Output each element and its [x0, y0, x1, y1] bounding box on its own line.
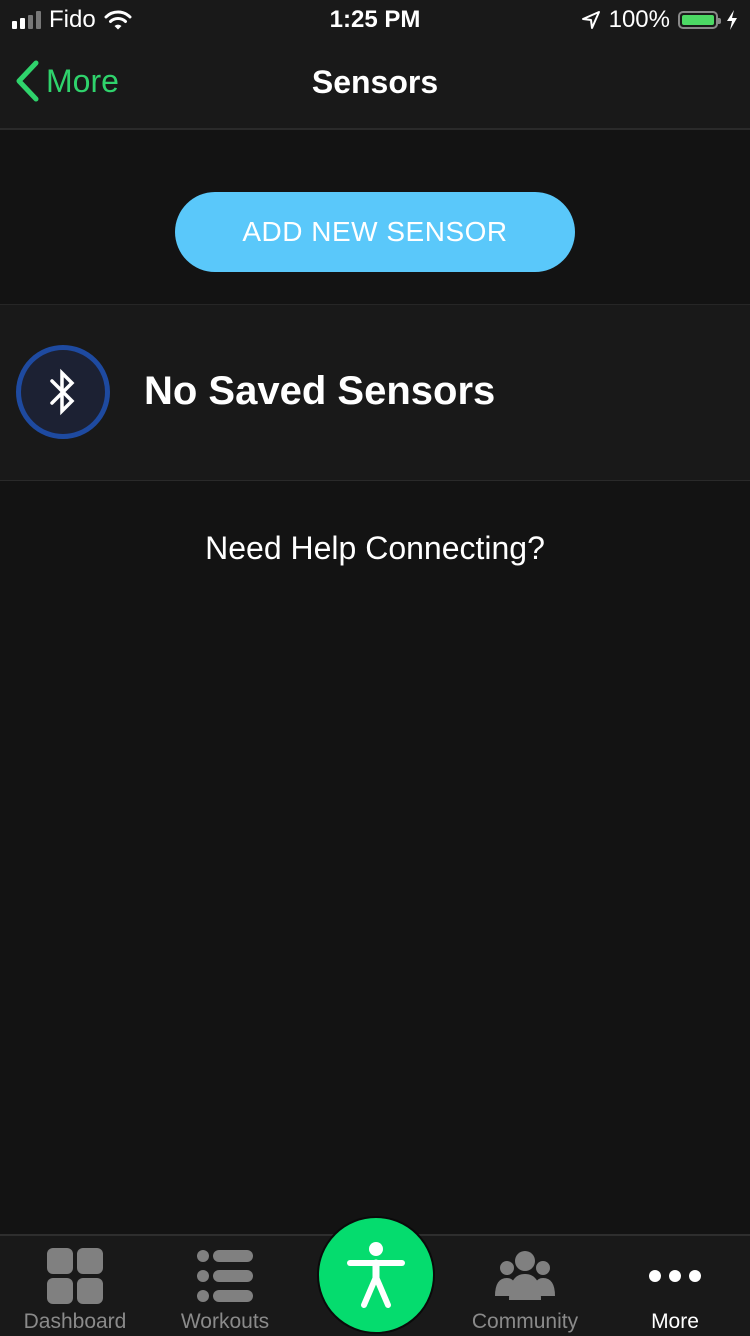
- tab-label: More: [651, 1310, 699, 1333]
- need-help-link[interactable]: Need Help Connecting?: [0, 530, 750, 567]
- tab-label: Workouts: [180, 1310, 270, 1333]
- tab-more[interactable]: More: [600, 1236, 750, 1336]
- tab-dashboard[interactable]: Dashboard: [0, 1236, 150, 1336]
- charging-bolt-icon: [727, 10, 737, 30]
- list-icon: [197, 1250, 253, 1302]
- battery-percent: 100%: [608, 6, 670, 33]
- more-dots-icon: [649, 1270, 701, 1282]
- page-title: Sensors: [311, 64, 439, 100]
- group-icon: [495, 1251, 555, 1300]
- tab-workouts[interactable]: Workouts: [150, 1236, 300, 1336]
- tab-label: Dashboard: [23, 1310, 127, 1333]
- tab-label: Community: [471, 1310, 579, 1333]
- no-saved-sensors-label: No Saved Sensors: [144, 369, 496, 413]
- bluetooth-badge: [16, 345, 110, 439]
- start-workout-button[interactable]: [317, 1216, 435, 1334]
- saved-sensors-row: No Saved Sensors: [0, 304, 750, 481]
- navigation-bar: More Sensors: [0, 40, 750, 130]
- location-arrow-icon: [581, 11, 600, 29]
- bluetooth-icon: [50, 368, 75, 416]
- status-bar: Fido 1:25 PM 100%: [0, 0, 750, 40]
- add-new-sensor-button[interactable]: ADD NEW SENSOR: [175, 192, 575, 272]
- person-icon: [347, 1242, 405, 1308]
- battery-icon: [678, 11, 721, 29]
- status-right: 100%: [581, 6, 738, 34]
- tab-community[interactable]: Community: [450, 1236, 600, 1336]
- grid-icon: [47, 1248, 103, 1304]
- add-sensor-section: ADD NEW SENSOR: [0, 130, 750, 304]
